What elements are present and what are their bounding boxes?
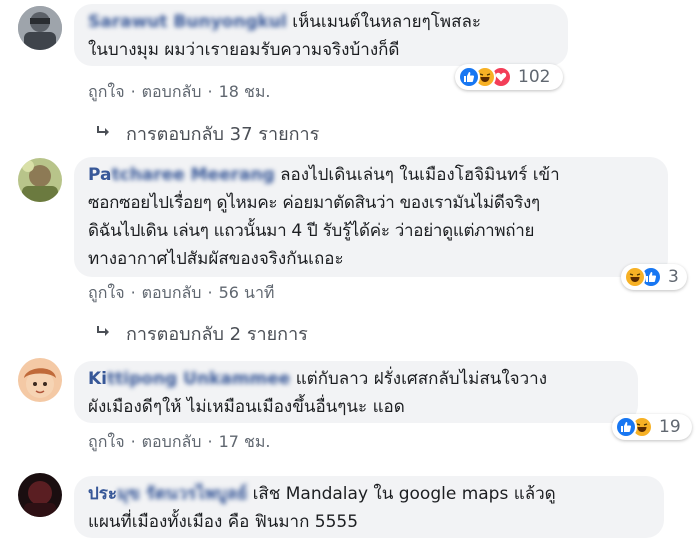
comment-time[interactable]: 18 ชม. — [219, 82, 271, 101]
comment-author[interactable]: Pa — [88, 165, 111, 185]
avatar-photo — [18, 158, 62, 202]
reply-button[interactable]: ตอบกลับ — [142, 82, 202, 101]
reaction-count: 3 — [668, 267, 679, 287]
separator: · — [130, 432, 136, 451]
comment-actions: ถูกใจ · ตอบกลับ · 56 นาที — [88, 281, 274, 306]
comment-text: แต่กับลาว ฝรั่งเศสกลับไม่สนใจวาง — [295, 369, 547, 389]
separator: · — [130, 283, 136, 302]
comment-text: ดิฉันไปเดิน เล่นๆ แถวนั้นมา 4 ปี รับรู้ไ… — [88, 221, 535, 241]
reaction-summary[interactable]: 102 — [455, 64, 563, 90]
reaction-count: 102 — [518, 67, 551, 87]
comment-author-blurred[interactable]: มุข รัตนวรไพบูลย์ — [117, 484, 247, 504]
comment-text: เสิช Mandalay ใน google maps แล้วดู — [252, 484, 556, 504]
comment-text: ผังเมืองดีๆให้ ไม่เหมือนเมืองขึ้นอื่นๆนะ… — [88, 397, 405, 417]
comment-actions: ถูกใจ · ตอบกลับ · 17 ชม. — [88, 430, 271, 455]
haha-reaction-icon — [624, 266, 646, 288]
reply-button[interactable]: ตอบกลับ — [142, 283, 202, 302]
reply-button[interactable]: ตอบกลับ — [142, 432, 202, 451]
reaction-summary[interactable]: 3 — [621, 264, 687, 290]
view-replies-link[interactable]: การตอบกลับ 37 รายการ — [96, 119, 319, 148]
avatar[interactable] — [18, 473, 62, 517]
avatar-photo — [18, 473, 62, 517]
comment-text: แผนที่เมืองทั้งเมือง คือ ฟินมาก 5555 — [88, 512, 359, 532]
reply-arrow-icon — [96, 124, 112, 143]
avatar-photo — [18, 358, 62, 402]
like-button[interactable]: ถูกใจ — [88, 283, 125, 302]
comment-author-blurred[interactable]: tcharee Meerang — [111, 165, 274, 185]
separator: · — [207, 82, 213, 101]
comment-author[interactable]: Ki — [88, 369, 107, 389]
like-button[interactable]: ถูกใจ — [88, 432, 125, 451]
reply-arrow-icon — [96, 324, 112, 343]
replies-count-label: การตอบกลับ 2 รายการ — [126, 324, 308, 345]
comment-actions: ถูกใจ · ตอบกลับ · 18 ชม. — [88, 80, 271, 105]
comment-text: ในบางมุม ผมว่าเรายอมรับความจริงบ้างก็ดี — [88, 40, 400, 60]
comment-bubble: ประมุข รัตนวรไพบูลย์ เสิช Mandalay ใน go… — [74, 476, 664, 538]
separator: · — [130, 82, 136, 101]
separator: · — [207, 432, 213, 451]
view-replies-link[interactable]: การตอบกลับ 2 รายการ — [96, 319, 308, 348]
avatar[interactable] — [18, 358, 62, 402]
comment-text: ซอกซอยไปเรื่อยๆ ดูไหมคะ ค่อยมาตัดสินว่า … — [88, 193, 540, 213]
comment-time[interactable]: 56 นาที — [219, 283, 275, 302]
comment-text: ทางอากาศไปสัมผัสของจริงกันเถอะ — [88, 249, 344, 269]
comment-text: เห็นเมนต์ในหลายๆโพสละ — [292, 12, 482, 32]
comment-bubble: Sarawut Bunyongkul เห็นเมนต์ในหลายๆโพสละ… — [74, 4, 568, 66]
like-reaction-icon — [615, 416, 637, 438]
comment-author[interactable]: ประ — [88, 484, 117, 504]
comment-bubble: Kittipong Unkammee แต่กับลาว ฝรั่งเศสกลั… — [74, 361, 638, 423]
avatar[interactable] — [18, 6, 62, 50]
replies-count-label: การตอบกลับ 37 รายการ — [126, 124, 320, 145]
separator: · — [207, 283, 213, 302]
reaction-count: 19 — [659, 417, 681, 437]
like-button[interactable]: ถูกใจ — [88, 82, 125, 101]
comment-author[interactable]: Sarawut Bunyongkul — [88, 12, 287, 32]
avatar[interactable] — [18, 158, 62, 202]
comment-author-blurred[interactable]: ttipong Unkammee — [107, 369, 290, 389]
comment-text: ลองไปเดินเล่นๆ ในเมืองโฮจิมินทร์ เข้า — [280, 165, 560, 185]
like-reaction-icon — [458, 66, 480, 88]
comment-time[interactable]: 17 ชม. — [219, 432, 271, 451]
avatar-photo — [18, 6, 62, 50]
reaction-summary[interactable]: 19 — [612, 414, 692, 440]
comment-bubble: Patcharee Meerang ลองไปเดินเล่นๆ ในเมือง… — [74, 157, 668, 277]
